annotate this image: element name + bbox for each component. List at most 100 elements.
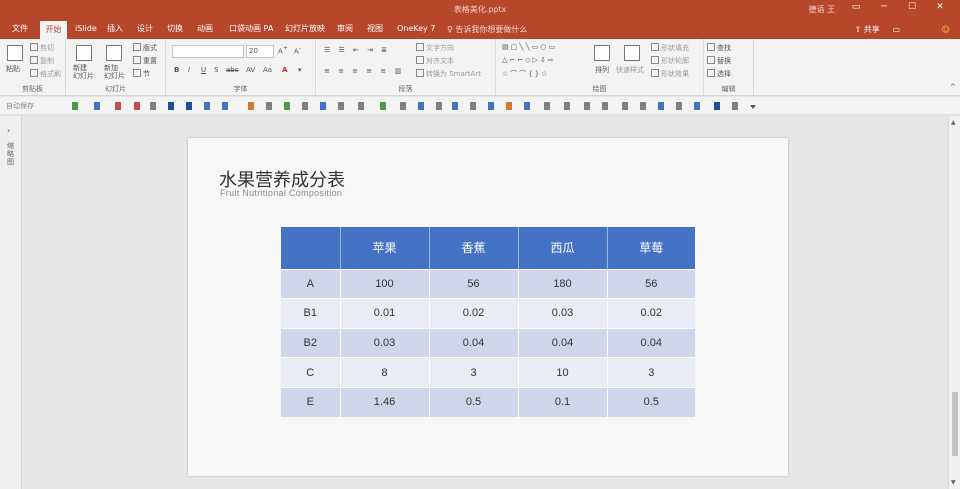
- table-cell[interactable]: 3: [429, 357, 519, 388]
- table-cell[interactable]: 0.03: [518, 298, 608, 329]
- shapes-gallery-row2[interactable]: △⌐⌐◇▷⇩⇨: [502, 56, 556, 64]
- shape-effects-button[interactable]: 形状效果: [651, 69, 689, 79]
- toolbar-icon[interactable]: [564, 102, 570, 110]
- reuse-slide-icon[interactable]: [106, 45, 122, 61]
- replace-button[interactable]: 替换: [707, 56, 731, 66]
- toolbar-icon[interactable]: [400, 102, 406, 110]
- strikethrough-button[interactable]: abc: [226, 66, 239, 74]
- table-cell[interactable]: 0.5: [607, 386, 695, 417]
- toolbar-icon[interactable]: [436, 102, 442, 110]
- tab-transitions[interactable]: 切换: [165, 20, 185, 39]
- list-buttons[interactable]: ☰ ☰ ⇤ ⇥ ≣: [324, 46, 390, 54]
- toolbar-icon[interactable]: [302, 102, 308, 110]
- tab-animations[interactable]: 动画: [195, 20, 215, 39]
- tab-islide[interactable]: iSlide: [73, 20, 99, 39]
- font-color-icon[interactable]: A: [282, 66, 287, 74]
- table-header-cell[interactable]: 香蕉: [429, 227, 519, 269]
- section-button[interactable]: 节: [133, 69, 150, 79]
- table-cell[interactable]: 3: [607, 357, 695, 388]
- toolbar-icon[interactable]: [380, 102, 386, 110]
- toolbar-icon[interactable]: [150, 102, 156, 110]
- italic-button[interactable]: I: [188, 66, 190, 74]
- table-cell[interactable]: B1: [281, 298, 341, 329]
- toolbar-icon[interactable]: [94, 102, 100, 110]
- slide-subtitle[interactable]: Fruit Nutritional Composition: [220, 188, 342, 198]
- find-button[interactable]: 查找: [707, 43, 731, 53]
- minimize-icon[interactable]: ─: [876, 2, 892, 16]
- table-cell[interactable]: 56: [607, 268, 695, 299]
- toolbar-icon[interactable]: [544, 102, 550, 110]
- toolbar-icon[interactable]: [676, 102, 682, 110]
- table-cell[interactable]: 0.02: [607, 298, 695, 329]
- comment-icon[interactable]: ▭: [892, 25, 900, 34]
- close-icon[interactable]: ✕: [932, 2, 948, 16]
- tab-slideshow[interactable]: 幻灯片放映: [283, 20, 327, 39]
- toolbar-icon[interactable]: [622, 102, 628, 110]
- table-header-cell[interactable]: [281, 227, 341, 269]
- font-name-input[interactable]: [172, 45, 244, 58]
- toolbar-icon[interactable]: [524, 102, 530, 110]
- user-name[interactable]: 德语 王: [808, 4, 835, 15]
- ribbon-display-icon[interactable]: ▭: [848, 2, 864, 16]
- lock-icon[interactable]: [732, 102, 738, 110]
- underline-button[interactable]: U: [201, 66, 206, 74]
- tab-pocket-animation[interactable]: 口袋动画 PA: [227, 20, 275, 39]
- tab-home[interactable]: 开始: [40, 21, 67, 39]
- toolbar-icon[interactable]: [640, 102, 646, 110]
- table-cell[interactable]: A: [281, 268, 341, 299]
- collapse-ribbon-icon[interactable]: ^: [950, 83, 956, 91]
- format-painter-button[interactable]: 格式刷: [30, 69, 61, 79]
- toolbar-icon[interactable]: [452, 102, 458, 110]
- toolbar-icon[interactable]: [418, 102, 424, 110]
- toolbar-icon[interactable]: [506, 102, 512, 110]
- toolbar-icon[interactable]: [284, 102, 290, 110]
- toolbar-icon[interactable]: [658, 102, 664, 110]
- reuse-slide-button[interactable]: 新加 幻灯片: [104, 64, 125, 80]
- table-header-cell[interactable]: 苹果: [340, 227, 430, 269]
- slide[interactable]: 水果营养成分表 Fruit Nutritional Composition 苹果…: [188, 138, 788, 476]
- table-header-cell[interactable]: 西瓜: [518, 227, 608, 269]
- grow-font-button[interactable]: A+: [278, 46, 288, 55]
- paste-button[interactable]: 粘贴: [6, 64, 20, 74]
- toolbar-icon[interactable]: [602, 102, 608, 110]
- table-cell[interactable]: 0.5: [429, 386, 519, 417]
- scroll-down-icon[interactable]: ▼: [951, 479, 956, 486]
- arrange-icon[interactable]: [594, 45, 610, 61]
- toolbar-icon[interactable]: [584, 102, 590, 110]
- char-spacing-button[interactable]: AV: [246, 66, 255, 74]
- thumbnail-panel-label[interactable]: 缩略图: [7, 142, 15, 166]
- table-cell[interactable]: B2: [281, 327, 341, 358]
- table-cell[interactable]: 0.02: [429, 298, 519, 329]
- toolbar-icon[interactable]: [204, 102, 210, 110]
- toolbar-icon[interactable]: [338, 102, 344, 110]
- toolbar-icon[interactable]: [186, 102, 192, 110]
- highlight-icon[interactable]: ▾: [298, 66, 302, 74]
- copy-button[interactable]: 复制: [30, 56, 54, 66]
- save-icon[interactable]: [168, 102, 174, 110]
- bold-button[interactable]: B: [174, 66, 179, 74]
- toolbar-icon[interactable]: [134, 102, 140, 110]
- tell-me-search[interactable]: ♀ 告诉我你想要做什么: [447, 22, 527, 37]
- table-cell[interactable]: 0.04: [429, 327, 519, 358]
- layout-button[interactable]: 版式: [133, 43, 157, 53]
- toolbar-icon[interactable]: [115, 102, 121, 110]
- font-size-input[interactable]: 20: [246, 45, 274, 58]
- share-button[interactable]: ⇪ 共享 ▭: [854, 20, 900, 39]
- toolbar-icon[interactable]: [248, 102, 254, 110]
- change-case-button[interactable]: Aa: [263, 66, 272, 74]
- table-cell[interactable]: 0.04: [607, 327, 695, 358]
- toolbar-icon[interactable]: [714, 102, 720, 110]
- shapes-gallery-row1[interactable]: ▤▢╲╲▭○▭: [502, 43, 557, 51]
- reset-button[interactable]: 重置: [133, 56, 157, 66]
- scroll-up-icon[interactable]: ▲: [951, 119, 956, 126]
- toolbar-icon[interactable]: [266, 102, 272, 110]
- toolbar-icon[interactable]: [358, 102, 364, 110]
- new-slide-button[interactable]: 新建 幻灯片: [73, 64, 94, 80]
- tab-insert[interactable]: 插入: [105, 20, 125, 39]
- smartart-button[interactable]: 转换为 SmartArt: [416, 69, 481, 79]
- shape-outline-button[interactable]: 形状轮廓: [651, 56, 689, 66]
- tab-onekey[interactable]: OneKey 7: [395, 20, 437, 39]
- table-cell[interactable]: 100: [340, 268, 430, 299]
- expand-panel-icon[interactable]: ›: [7, 126, 10, 135]
- table-cell[interactable]: 0.03: [340, 327, 430, 358]
